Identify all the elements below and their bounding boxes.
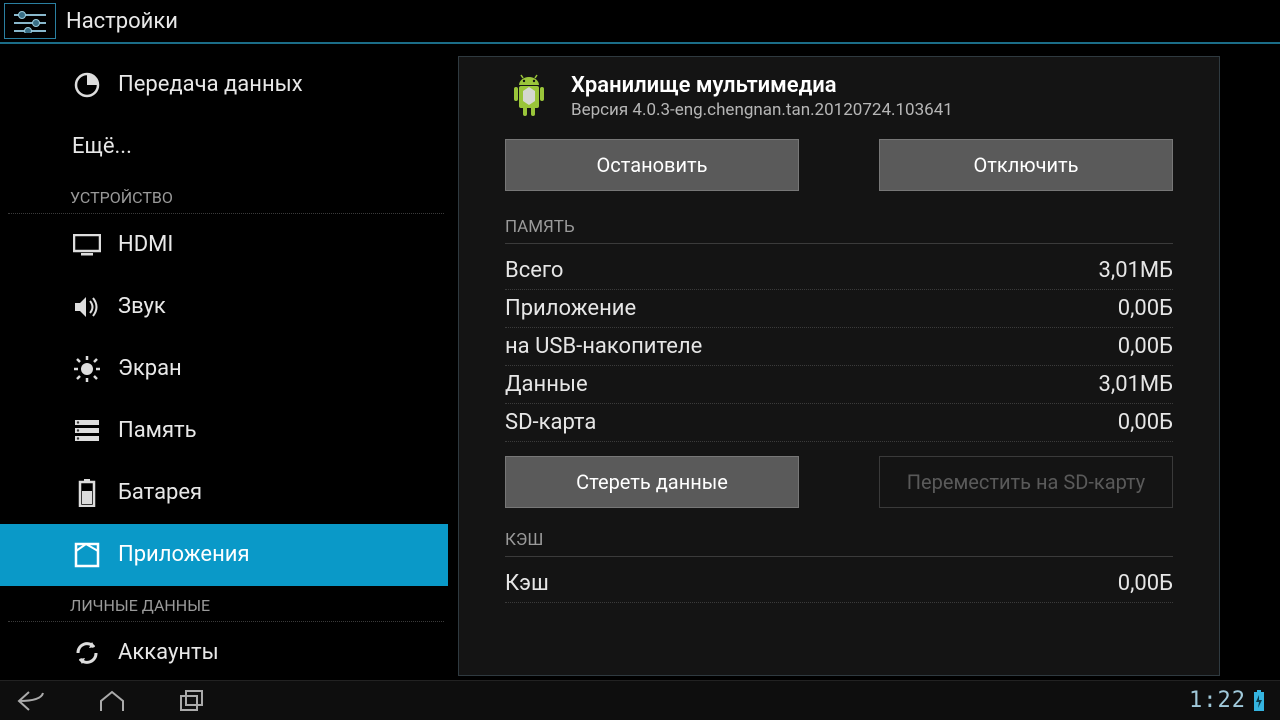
apps-icon xyxy=(72,540,102,570)
app-header: Настройки xyxy=(0,0,1280,44)
display-icon xyxy=(72,230,102,260)
storage-row-total: Всего 3,01МБ xyxy=(505,252,1173,290)
app-info-panel: Хранилище мультимедиа Версия 4.0.3-eng.c… xyxy=(458,56,1220,676)
back-button[interactable] xyxy=(14,687,50,715)
sidebar-item-label: Приложения xyxy=(118,542,250,567)
force-stop-button[interactable]: Остановить xyxy=(505,139,799,191)
sidebar-item-hdmi[interactable]: HDMI xyxy=(0,214,448,276)
storage-row-app: Приложение 0,00Б xyxy=(505,290,1173,328)
settings-icon xyxy=(4,3,56,39)
status-clock: 1:22 xyxy=(1189,688,1246,713)
storage-icon xyxy=(72,416,102,446)
disable-button[interactable]: Отключить xyxy=(879,139,1173,191)
cache-row: Кэш 0,00Б xyxy=(505,565,1173,603)
sidebar-section-personal: ЛИЧНЫЕ ДАННЫЕ xyxy=(8,586,444,622)
sidebar-item-apps[interactable]: Приложения xyxy=(0,524,448,586)
storage-row-sd: SD-карта 0,00Б xyxy=(505,404,1173,442)
sidebar-item-storage[interactable]: Память xyxy=(0,400,448,462)
sidebar: Передача данных Ещё... УСТРОЙСТВО HDMI З… xyxy=(0,44,448,680)
section-storage-header: ПАМЯТЬ xyxy=(505,213,1173,244)
home-button[interactable] xyxy=(94,687,130,715)
storage-row-usb: на USB-накопителе 0,00Б xyxy=(505,328,1173,366)
android-app-icon xyxy=(505,73,553,121)
sidebar-section-device: УСТРОЙСТВО xyxy=(8,178,444,214)
sidebar-item-data-usage[interactable]: Передача данных xyxy=(0,54,448,116)
move-to-sd-button: Переместить на SD-карту xyxy=(879,456,1173,508)
sidebar-item-label: Ещё... xyxy=(72,134,132,159)
section-cache-header: КЭШ xyxy=(505,526,1173,557)
sidebar-item-label: HDMI xyxy=(118,232,173,257)
sidebar-item-sound[interactable]: Звук xyxy=(0,276,448,338)
data-usage-icon xyxy=(72,70,102,100)
system-navbar: 1:22 xyxy=(0,680,1280,720)
battery-icon xyxy=(72,478,102,508)
sidebar-item-more[interactable]: Ещё... xyxy=(0,116,448,178)
sidebar-item-label: Звук xyxy=(118,294,166,319)
sync-icon xyxy=(72,638,102,668)
sidebar-item-label: Батарея xyxy=(118,480,202,505)
sidebar-item-label: Аккаунты xyxy=(118,640,219,665)
sidebar-item-accounts[interactable]: Аккаунты xyxy=(0,622,448,680)
recent-apps-button[interactable] xyxy=(174,687,210,715)
sidebar-item-label: Передача данных xyxy=(118,72,303,97)
clear-data-button[interactable]: Стереть данные xyxy=(505,456,799,508)
battery-status-icon xyxy=(1252,690,1266,712)
sidebar-item-label: Память xyxy=(118,418,197,443)
sound-icon xyxy=(72,292,102,322)
brightness-icon xyxy=(72,354,102,384)
sidebar-item-label: Экран xyxy=(118,356,182,381)
app-version: Версия 4.0.3-eng.chengnan.tan.20120724.1… xyxy=(571,100,953,120)
sidebar-item-battery[interactable]: Батарея xyxy=(0,462,448,524)
page-title: Настройки xyxy=(66,9,178,34)
storage-row-data: Данные 3,01МБ xyxy=(505,366,1173,404)
sidebar-item-display[interactable]: Экран xyxy=(0,338,448,400)
app-title: Хранилище мультимедиа xyxy=(571,73,953,98)
